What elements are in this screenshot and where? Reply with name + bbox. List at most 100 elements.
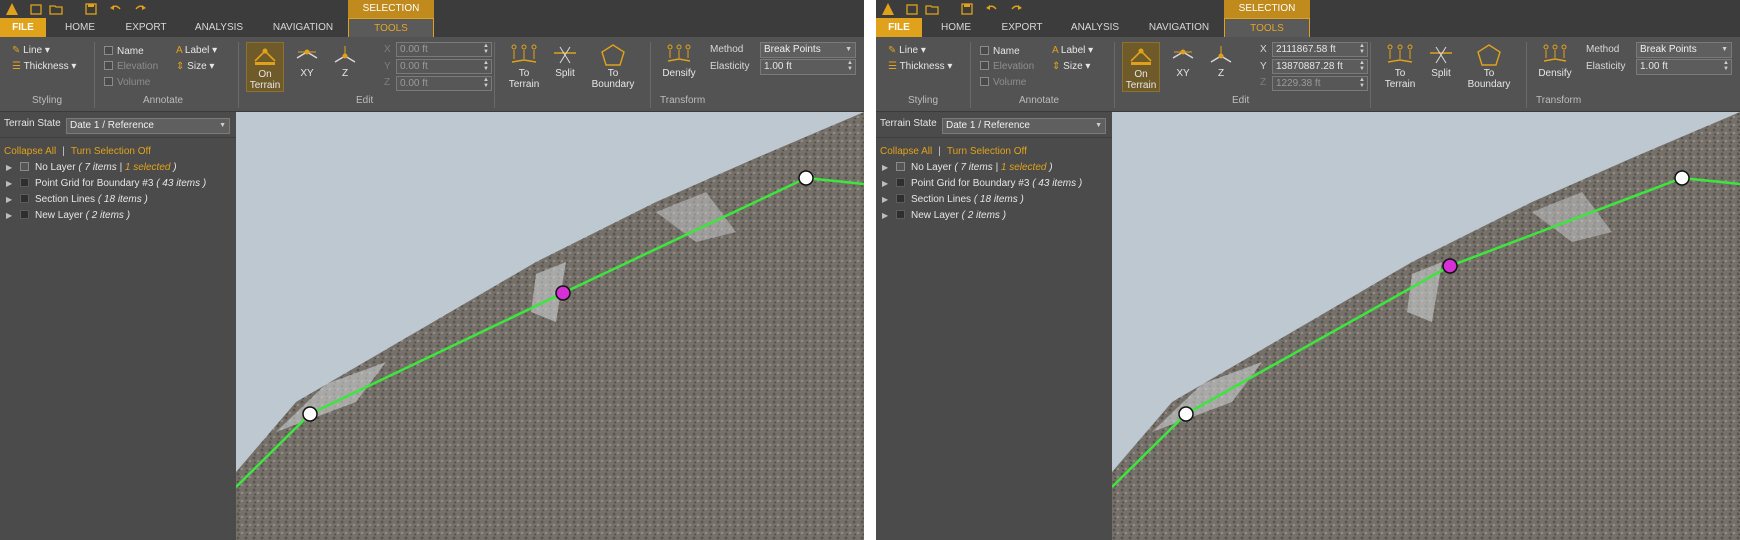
xy-button[interactable]: XY	[1166, 42, 1200, 92]
y-coord-field[interactable]: 0.00 ft ▲ ▼	[396, 59, 492, 74]
method-select[interactable]: Break Points ▼	[1636, 42, 1732, 58]
layer-row[interactable]: ▶ Section Lines ( 18 items )	[6, 192, 148, 208]
label-button[interactable]: A Label ▾	[1052, 43, 1093, 58]
tab-file[interactable]: FILE	[0, 18, 46, 37]
layer-visibility-checkbox[interactable]	[896, 210, 905, 219]
tab-analysis[interactable]: ANALYSIS	[192, 18, 246, 37]
tab-navigation[interactable]: NAVIGATION	[268, 18, 338, 37]
layer-row[interactable]: ▶ No Layer ( 7 items | 1 selected )	[6, 160, 177, 176]
spinner-arrows-icon[interactable]: ▲ ▼	[481, 77, 491, 90]
layer-visibility-checkbox[interactable]	[20, 162, 29, 171]
xy-button[interactable]: XY	[290, 42, 324, 92]
thickness-button[interactable]: ☰ Thickness ▾	[12, 59, 76, 74]
to-terrain-button[interactable]: To Terrain	[504, 42, 544, 92]
new-project-icon[interactable]	[904, 1, 920, 17]
tab-file[interactable]: FILE	[876, 18, 922, 37]
spinner-arrows-icon[interactable]: ▲ ▼	[1721, 60, 1731, 73]
layer-row[interactable]: ▶ Point Grid for Boundary #3 ( 43 items )	[882, 176, 1082, 192]
z-button[interactable]: Z	[328, 42, 362, 92]
thickness-button[interactable]: ☰ Thickness ▾	[888, 59, 952, 74]
tab-home[interactable]: HOME	[58, 18, 102, 37]
spinner-arrows-icon[interactable]: ▲ ▼	[481, 60, 491, 73]
name-checkbox[interactable]: Name	[104, 44, 144, 59]
terrain-view[interactable]	[1112, 112, 1740, 540]
label-button[interactable]: A Label ▾	[176, 43, 217, 58]
split-button[interactable]: Split	[1424, 42, 1458, 92]
line-style-button[interactable]: ✎ Line ▾	[888, 43, 926, 58]
spinner-arrows-icon[interactable]: ▲ ▼	[1357, 77, 1367, 90]
layer-row[interactable]: ▶ New Layer ( 2 items )	[882, 208, 1006, 224]
spinner-arrows-icon[interactable]: ▲ ▼	[481, 43, 491, 56]
vertex-node[interactable]	[798, 170, 814, 186]
on-terrain-button[interactable]: On Terrain	[246, 42, 284, 92]
turn-selection-off-link[interactable]: Turn Selection Off	[71, 146, 151, 157]
to-boundary-button[interactable]: To Boundary	[588, 42, 638, 92]
size-button[interactable]: ⇕ Size ▾	[176, 59, 214, 74]
redo-icon[interactable]	[1008, 1, 1024, 17]
layer-visibility-checkbox[interactable]	[20, 210, 29, 219]
tab-export[interactable]: EXPORT	[122, 18, 170, 37]
tab-analysis[interactable]: ANALYSIS	[1068, 18, 1122, 37]
expand-arrow-icon[interactable]: ▶	[882, 160, 894, 176]
save-icon[interactable]	[83, 1, 99, 17]
layer-visibility-checkbox[interactable]	[20, 194, 29, 203]
vertex-node[interactable]	[1178, 406, 1194, 422]
tab-home[interactable]: HOME	[934, 18, 978, 37]
densify-button[interactable]: Densify	[656, 42, 702, 92]
to-boundary-button[interactable]: To Boundary	[1464, 42, 1514, 92]
line-style-button[interactable]: ✎ Line ▾	[12, 43, 50, 58]
expand-arrow-icon[interactable]: ▶	[882, 176, 894, 192]
save-icon[interactable]	[959, 1, 975, 17]
terrain-view[interactable]	[236, 112, 864, 540]
expand-arrow-icon[interactable]: ▶	[6, 192, 18, 208]
layer-row[interactable]: ▶ New Layer ( 2 items )	[6, 208, 130, 224]
new-project-icon[interactable]	[28, 1, 44, 17]
expand-arrow-icon[interactable]: ▶	[6, 176, 18, 192]
selected-vertex-node[interactable]	[555, 285, 571, 301]
redo-icon[interactable]	[132, 1, 148, 17]
split-button[interactable]: Split	[548, 42, 582, 92]
layer-row[interactable]: ▶ No Layer ( 7 items | 1 selected )	[882, 160, 1053, 176]
x-coord-field[interactable]: 2111867.58 ft ▲ ▼	[1272, 42, 1368, 57]
turn-selection-off-link[interactable]: Turn Selection Off	[947, 146, 1027, 157]
size-button[interactable]: ⇕ Size ▾	[1052, 59, 1090, 74]
vertex-node[interactable]	[1674, 170, 1690, 186]
map-viewport[interactable]	[236, 112, 864, 540]
spinner-arrows-icon[interactable]: ▲ ▼	[845, 60, 855, 73]
tab-export[interactable]: EXPORT	[998, 18, 1046, 37]
collapse-all-link[interactable]: Collapse All	[4, 146, 56, 157]
elasticity-field[interactable]: 1.00 ft ▲ ▼	[760, 59, 856, 75]
layer-visibility-checkbox[interactable]	[896, 178, 905, 187]
layer-row[interactable]: ▶ Section Lines ( 18 items )	[882, 192, 1024, 208]
x-coord-field[interactable]: 0.00 ft ▲ ▼	[396, 42, 492, 57]
tab-tools[interactable]: TOOLS	[348, 18, 434, 37]
expand-arrow-icon[interactable]: ▶	[6, 208, 18, 224]
expand-arrow-icon[interactable]: ▶	[882, 208, 894, 224]
z-button[interactable]: Z	[1204, 42, 1238, 92]
open-folder-icon[interactable]	[48, 1, 64, 17]
vertex-node[interactable]	[302, 406, 318, 422]
layer-visibility-checkbox[interactable]	[20, 178, 29, 187]
collapse-all-link[interactable]: Collapse All	[880, 146, 932, 157]
tab-tools[interactable]: TOOLS	[1224, 18, 1310, 37]
undo-icon[interactable]	[984, 1, 1000, 17]
expand-arrow-icon[interactable]: ▶	[6, 160, 18, 176]
layer-visibility-checkbox[interactable]	[896, 162, 905, 171]
terrain-state-select[interactable]: Date 1 / Reference ▼	[66, 118, 230, 134]
densify-button[interactable]: Densify	[1532, 42, 1578, 92]
y-coord-field[interactable]: 13870887.28 ft ▲ ▼	[1272, 59, 1368, 74]
spinner-arrows-icon[interactable]: ▲ ▼	[1357, 43, 1367, 56]
tab-navigation[interactable]: NAVIGATION	[1144, 18, 1214, 37]
layer-row[interactable]: ▶ Point Grid for Boundary #3 ( 43 items )	[6, 176, 206, 192]
expand-arrow-icon[interactable]: ▶	[882, 192, 894, 208]
z-coord-field[interactable]: 1229.38 ft ▲ ▼	[1272, 76, 1368, 91]
open-folder-icon[interactable]	[924, 1, 940, 17]
spinner-arrows-icon[interactable]: ▲ ▼	[1357, 60, 1367, 73]
terrain-state-select[interactable]: Date 1 / Reference ▼	[942, 118, 1106, 134]
layer-visibility-checkbox[interactable]	[896, 194, 905, 203]
undo-icon[interactable]	[108, 1, 124, 17]
method-select[interactable]: Break Points ▼	[760, 42, 856, 58]
name-checkbox[interactable]: Name	[980, 44, 1020, 59]
selected-vertex-node[interactable]	[1442, 258, 1458, 274]
map-viewport[interactable]	[1112, 112, 1740, 540]
